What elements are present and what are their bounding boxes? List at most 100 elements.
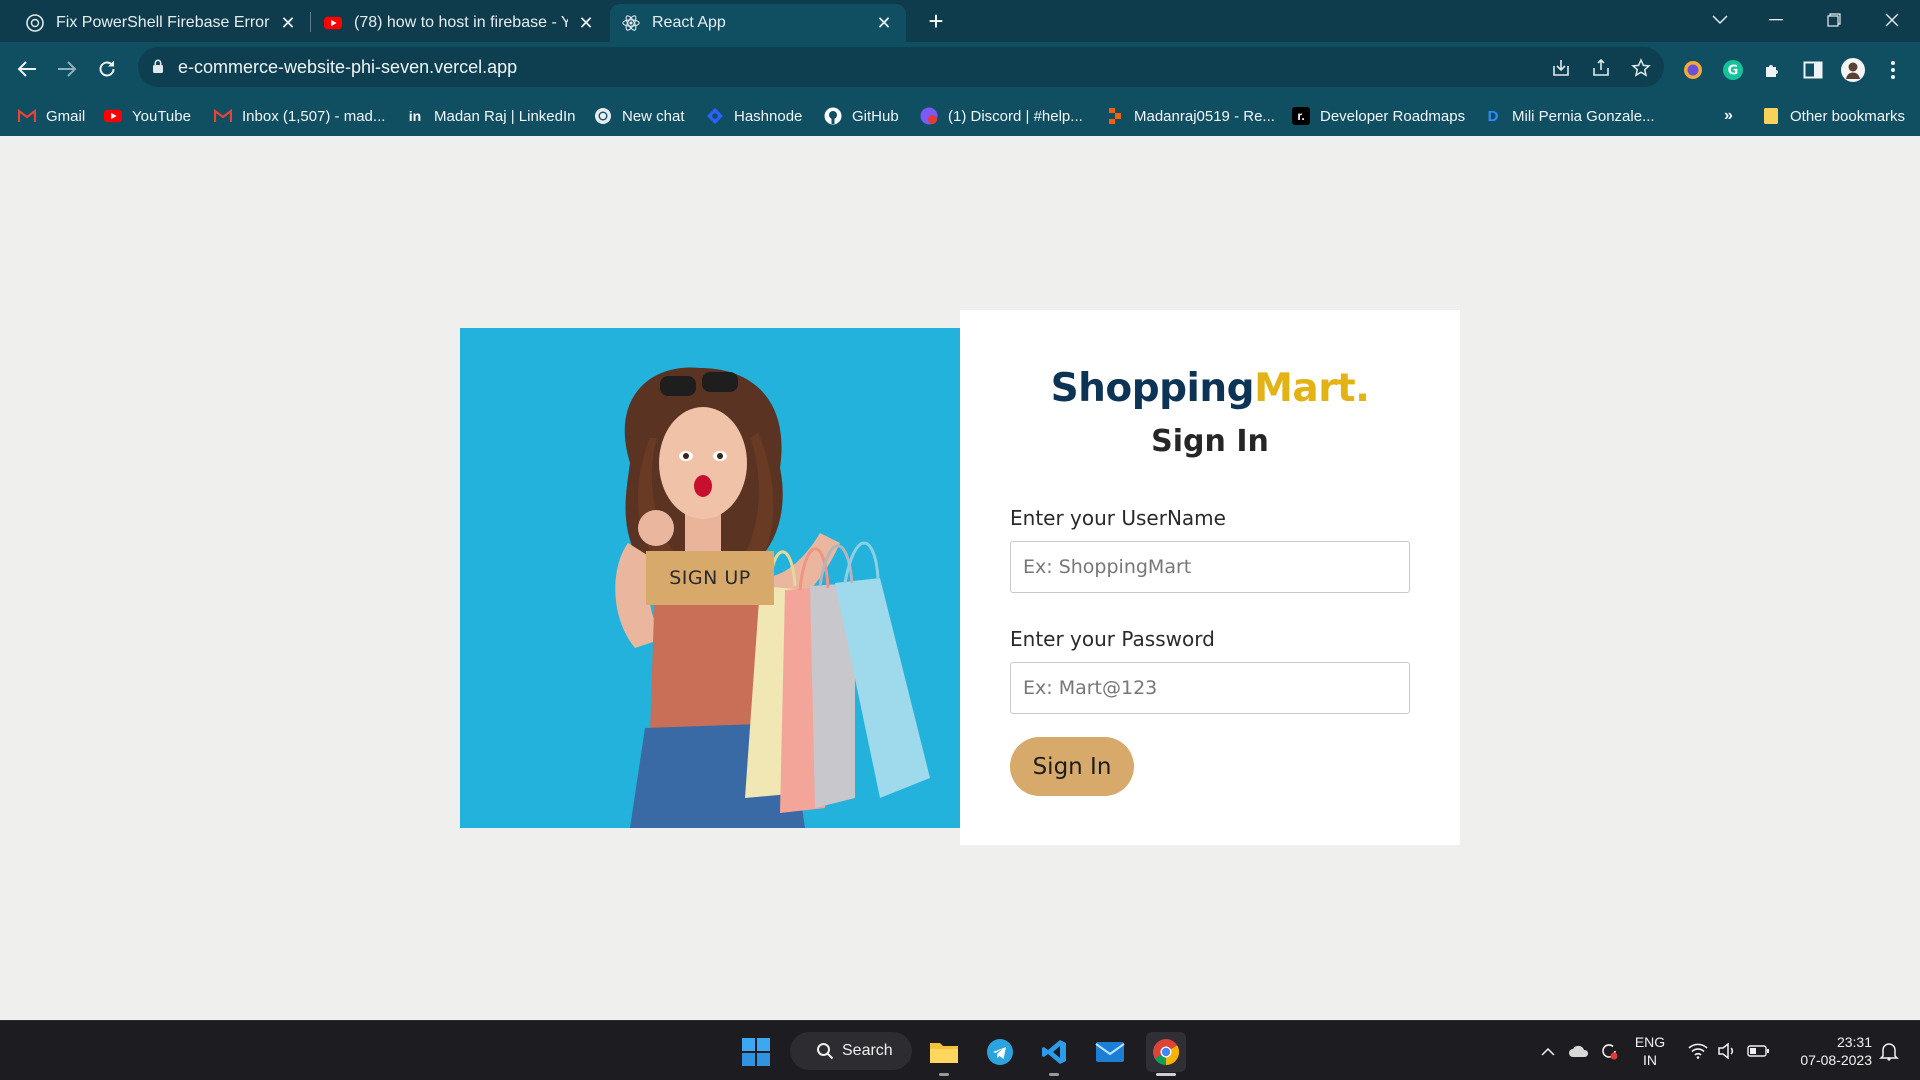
wifi-icon[interactable]: [1684, 1021, 1712, 1080]
bookmark-new-chat[interactable]: New chat: [594, 103, 685, 129]
svg-text:G: G: [1728, 64, 1739, 79]
restore-icon[interactable]: [1806, 0, 1862, 40]
hero-image: SIGN UP: [460, 328, 960, 828]
tab-fix-powershell[interactable]: Fix PowerShell Firebase Error ✕: [14, 4, 310, 42]
extensions-puzzle-icon[interactable]: [1760, 57, 1786, 83]
bookmark-github[interactable]: GitHub: [824, 103, 899, 129]
taskbar-search[interactable]: Search: [790, 1032, 912, 1070]
bookmark-label: Hashnode: [734, 107, 803, 125]
tab-title: Fix PowerShell Firebase Error: [56, 14, 270, 31]
telegram-icon[interactable]: [982, 1034, 1018, 1070]
brand-name-part1: Shopping: [1050, 366, 1255, 411]
minimize-icon[interactable]: [1748, 0, 1804, 40]
github-icon: [824, 107, 842, 125]
file-explorer-icon[interactable]: [926, 1034, 962, 1070]
bookmark-replit[interactable]: Madanraj0519 - Re...: [1106, 103, 1275, 129]
tab-react-app[interactable]: React App ✕: [610, 4, 906, 42]
bookmark-label: Inbox (1,507) - mad...: [242, 107, 386, 125]
other-bookmarks[interactable]: Other bookmarks: [1762, 103, 1905, 129]
tab-youtube[interactable]: (78) how to host in firebase - YouTube ✕: [312, 4, 608, 42]
close-tab-icon[interactable]: ✕: [874, 13, 894, 33]
bookmarks-overflow-button[interactable]: »: [1724, 103, 1733, 129]
tab-strip: Fix PowerShell Firebase Error ✕ (78) how…: [0, 0, 1920, 42]
sign-up-button[interactable]: SIGN UP: [646, 551, 774, 605]
active-indicator: [1156, 1073, 1176, 1076]
bookmark-label: YouTube: [132, 107, 191, 125]
sign-in-card: ShoppingMart. Sign In Enter your UserNam…: [960, 310, 1460, 845]
bookmark-label: GitHub: [852, 107, 899, 125]
sync-icon[interactable]: [1596, 1021, 1622, 1080]
notification-bell-icon[interactable]: [1876, 1021, 1902, 1080]
reload-icon[interactable]: [92, 54, 122, 84]
clock[interactable]: 23:31 07-08-2023: [1780, 1021, 1872, 1080]
running-indicator: [1049, 1073, 1059, 1076]
tab-title: React App: [652, 14, 726, 31]
sign-in-button[interactable]: Sign In: [1010, 737, 1134, 796]
close-window-icon[interactable]: [1864, 0, 1920, 40]
lock-icon: [152, 59, 164, 79]
bookmark-label: Gmail: [46, 107, 86, 125]
replit-icon: [1106, 107, 1124, 125]
side-panel-icon[interactable]: [1800, 57, 1826, 83]
address-bar[interactable]: e-commerce-website-phi-seven.vercel.app: [138, 47, 1664, 87]
brand-name-part2: Mart.: [1254, 366, 1370, 411]
gmail-icon: [214, 107, 232, 125]
bookmark-inbox[interactable]: Inbox (1,507) - mad...: [214, 103, 385, 129]
language-indicator[interactable]: ENG IN: [1628, 1021, 1672, 1080]
mail-icon[interactable]: [1092, 1034, 1128, 1070]
youtube-icon: [324, 14, 342, 32]
profile-avatar-icon[interactable]: [1840, 57, 1866, 83]
username-input[interactable]: [1010, 541, 1410, 593]
bookmark-roadmaps[interactable]: r. Developer Roadmaps: [1292, 103, 1465, 129]
chatgpt-icon: [594, 107, 612, 125]
extension-shield-icon[interactable]: [1680, 57, 1706, 83]
password-label: Enter your Password: [1010, 627, 1215, 651]
bookmark-discord[interactable]: (1) Discord | #help...: [920, 103, 1083, 129]
gmail-icon: [18, 107, 36, 125]
share-icon[interactable]: [1590, 57, 1612, 79]
react-icon: [622, 14, 640, 32]
chrome-icon[interactable]: [1146, 1032, 1186, 1072]
search-icon: [816, 1042, 834, 1060]
bookmark-label: Mili Pernia Gonzale...: [1512, 107, 1655, 125]
hashnode-icon: [706, 107, 724, 125]
vscode-icon[interactable]: [1036, 1034, 1072, 1070]
bookmarks-bar: Gmail YouTube Inbox (1,507) - mad... in …: [0, 96, 1920, 136]
close-tab-icon[interactable]: ✕: [576, 13, 596, 33]
bookmark-label: Madan Raj | LinkedIn: [434, 107, 576, 125]
back-icon[interactable]: [12, 54, 42, 84]
running-indicator: [939, 1073, 949, 1076]
show-hidden-icons-chevron-icon[interactable]: [1536, 1021, 1560, 1080]
bookmark-gmail[interactable]: Gmail: [18, 103, 85, 129]
chatgpt-icon: [26, 14, 44, 32]
bookmark-label: Developer Roadmaps: [1320, 107, 1466, 125]
windows-taskbar: Search ENG IN 23:31 07-08-2023: [0, 1020, 1920, 1080]
youtube-icon: [104, 107, 122, 125]
install-app-icon[interactable]: [1550, 57, 1572, 79]
new-tab-button[interactable]: +: [922, 6, 950, 36]
volume-icon[interactable]: [1714, 1021, 1740, 1080]
forward-icon[interactable]: [52, 54, 82, 84]
battery-icon[interactable]: [1744, 1021, 1772, 1080]
other-bookmarks-label: Other bookmarks: [1790, 107, 1906, 125]
bookmark-label: (1) Discord | #help...: [948, 107, 1083, 125]
windows-start-icon[interactable]: [738, 1034, 774, 1070]
bookmark-hashnode[interactable]: Hashnode: [706, 103, 802, 129]
tab-title: (78) how to host in firebase - YouTube: [354, 14, 568, 31]
bookmark-mili[interactable]: D Mili Pernia Gonzale...: [1484, 103, 1655, 129]
bookmark-linkedin[interactable]: in Madan Raj | LinkedIn: [406, 103, 576, 129]
tab-search-icon[interactable]: [1692, 0, 1748, 40]
url-text: e-commerce-website-phi-seven.vercel.app: [178, 57, 518, 77]
close-tab-icon[interactable]: ✕: [278, 13, 298, 33]
chrome-menu-icon[interactable]: [1880, 57, 1906, 83]
browser-toolbar: e-commerce-website-phi-seven.vercel.app …: [0, 42, 1920, 96]
bookmark-star-icon[interactable]: [1630, 57, 1652, 79]
language-line1: ENG: [1634, 1034, 1666, 1050]
clock-time: 23:31: [1836, 1034, 1872, 1050]
search-label: Search: [842, 1042, 893, 1059]
password-input[interactable]: [1010, 662, 1410, 714]
grammarly-icon[interactable]: G: [1720, 57, 1746, 83]
bookmark-youtube[interactable]: YouTube: [104, 103, 191, 129]
brand-logo: ShoppingMart.: [960, 366, 1460, 411]
onedrive-cloud-icon[interactable]: [1566, 1021, 1592, 1080]
